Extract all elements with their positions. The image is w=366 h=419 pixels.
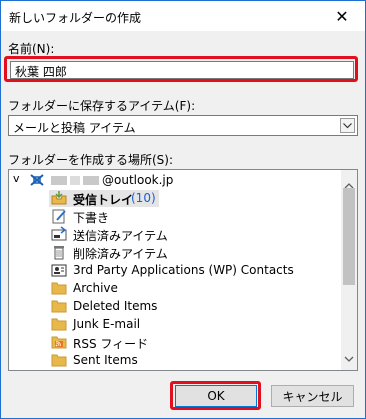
- rss-icon: [51, 334, 67, 350]
- tree-item-label: Sent Items: [73, 353, 138, 367]
- tree-item-rss[interactable]: RSS フィード: [9, 334, 339, 351]
- folder-type-label: フォルダーに保存するアイテム(F):: [8, 99, 196, 113]
- name-label: 名前(N):: [8, 42, 55, 56]
- tree-item-label: 下書き: [73, 211, 110, 225]
- folder-icon: [51, 298, 67, 314]
- drafts-icon: [51, 208, 67, 224]
- tree-item-archive[interactable]: Archive: [9, 280, 339, 297]
- location-label: フォルダーを作成する場所(S):: [8, 153, 174, 167]
- account-email: @outlook.jp: [51, 173, 173, 187]
- tree-item-label: 3rd Party Applications (WP) Contacts: [73, 263, 294, 277]
- sent-icon: [51, 226, 67, 242]
- inbox-icon: [51, 190, 67, 206]
- new-folder-dialog: 新しいフォルダーの作成 ✕ 名前(N): 秋葉 四郎 フォルダーに保存するアイテ…: [0, 0, 366, 419]
- trash-icon: [51, 244, 67, 260]
- scrollbar-thumb[interactable]: [343, 188, 355, 285]
- scroll-down-icon[interactable]: [344, 347, 354, 366]
- unread-count: (10): [131, 191, 156, 205]
- name-input[interactable]: 秋葉 四郎: [10, 61, 354, 79]
- folder-tree[interactable]: v @outlook.jp 受信トレイ (10) 下書き 送信済みアイテム 削除…: [8, 169, 358, 371]
- folder-type-select[interactable]: メールと投稿 アイテム: [8, 115, 358, 136]
- tree-item-junk[interactable]: Junk E-mail: [9, 316, 339, 333]
- expand-chevron-icon[interactable]: v: [13, 172, 20, 185]
- close-icon[interactable]: ✕: [319, 1, 365, 31]
- tree-item-contacts[interactable]: 3rd Party Applications (WP) Contacts: [9, 262, 339, 279]
- tree-item-label: Junk E-mail: [73, 317, 141, 331]
- tree-item-label: RSS フィード: [73, 337, 149, 351]
- tree-item-sent-items[interactable]: Sent Items: [9, 352, 339, 369]
- title-bar: 新しいフォルダーの作成 ✕: [1, 1, 365, 31]
- folder-type-value: メールと投稿 アイテム: [13, 121, 136, 135]
- cancel-button[interactable]: キャンセル: [271, 385, 354, 407]
- contacts-icon: [51, 262, 67, 278]
- ok-button[interactable]: OK: [175, 385, 257, 407]
- tree-item-label: 送信済みアイテム: [73, 229, 168, 243]
- folder-icon: [51, 316, 67, 332]
- tree-item-label: 受信トレイ: [73, 193, 134, 207]
- tree-item-label: 削除済みアイテム: [73, 247, 168, 261]
- vertical-scrollbar[interactable]: [341, 170, 357, 370]
- tree-item-label: Deleted Items: [73, 299, 158, 313]
- folder-icon: [51, 280, 67, 296]
- folder-icon: [51, 352, 67, 368]
- tree-item-deleted[interactable]: 削除済みアイテム: [9, 244, 339, 261]
- tree-item-inbox[interactable]: 受信トレイ (10): [9, 190, 339, 207]
- tree-item-drafts[interactable]: 下書き: [9, 208, 339, 225]
- tree-root-account[interactable]: v @outlook.jp: [9, 172, 339, 189]
- dialog-title: 新しいフォルダーの作成: [9, 11, 142, 25]
- chevron-down-icon[interactable]: [340, 118, 355, 133]
- tree-item-sent[interactable]: 送信済みアイテム: [9, 226, 339, 243]
- mailbox-icon: [29, 172, 45, 188]
- tree-item-deleted-items[interactable]: Deleted Items: [9, 298, 339, 315]
- tree-item-label: Archive: [73, 281, 118, 295]
